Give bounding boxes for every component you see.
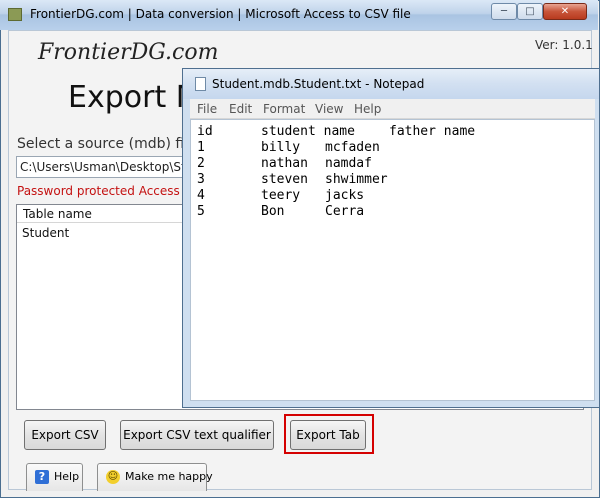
app-icon [8, 8, 22, 21]
row-id: 1 [197, 140, 205, 155]
export-csv-button[interactable]: Export CSV [24, 420, 106, 450]
row-id: 4 [197, 188, 205, 203]
notepad-icon [195, 77, 206, 91]
row-father-name: namdaf [325, 156, 372, 171]
row-student-name: Bon [261, 204, 285, 219]
help-icon: ? [35, 470, 49, 484]
password-note: Password protected Access da [17, 184, 199, 198]
menu-help[interactable]: Help [354, 102, 381, 116]
close-button[interactable]: ✕ [543, 3, 587, 20]
notepad-text-area[interactable]: id student name father name 1 billy mcfa… [190, 119, 595, 401]
row-student-name: steven [261, 172, 308, 187]
menu-view[interactable]: View [315, 102, 343, 116]
make-me-happy-tab[interactable]: ☺ Make me happy [97, 463, 213, 491]
export-csv-text-qualifier-button[interactable]: Export CSV text qualifier [120, 420, 274, 450]
column-header-father-name: father name [389, 124, 476, 139]
row-father-name: mcfaden [325, 140, 380, 155]
row-student-name: nathan [261, 156, 308, 171]
column-header-student-name: student name [261, 124, 355, 139]
source-file-label: Select a source (mdb) file [17, 136, 197, 152]
maximize-button[interactable]: □ [517, 3, 543, 20]
smiley-icon: ☺ [106, 470, 120, 484]
column-header-id: id [197, 124, 213, 139]
table-row[interactable]: Student [22, 226, 69, 240]
menu-format[interactable]: Format [263, 102, 305, 116]
table-name-column-header[interactable]: Table name [17, 205, 183, 223]
row-father-name: Cerra [325, 204, 365, 219]
row-father-name: jacks [325, 188, 365, 203]
make-me-happy-tab-label: Make me happy [125, 470, 213, 483]
row-student-name: billy [261, 140, 301, 155]
row-id: 5 [197, 204, 205, 219]
minimize-button[interactable]: ─ [491, 3, 517, 20]
row-id: 2 [197, 156, 205, 171]
menu-edit[interactable]: Edit [229, 102, 252, 116]
highlight-box [284, 414, 374, 454]
version-label: Ver: 1.0.1 [535, 38, 593, 52]
row-student-name: teery [261, 188, 301, 203]
help-tab[interactable]: ? Help [26, 463, 83, 491]
source-path-input[interactable] [16, 156, 191, 178]
row-id: 3 [197, 172, 205, 187]
notepad-menu-bar: File Edit Format View Help [190, 99, 595, 119]
row-father-name: shwimmer [325, 172, 388, 187]
brand-logo: FrontierDG.com [38, 40, 219, 65]
notepad-title: Student.mdb.Student.txt - Notepad [212, 77, 425, 91]
help-tab-label: Help [54, 470, 80, 483]
menu-file[interactable]: File [197, 102, 217, 116]
window-title: FrontierDG.com | Data conversion | Micro… [30, 7, 411, 21]
